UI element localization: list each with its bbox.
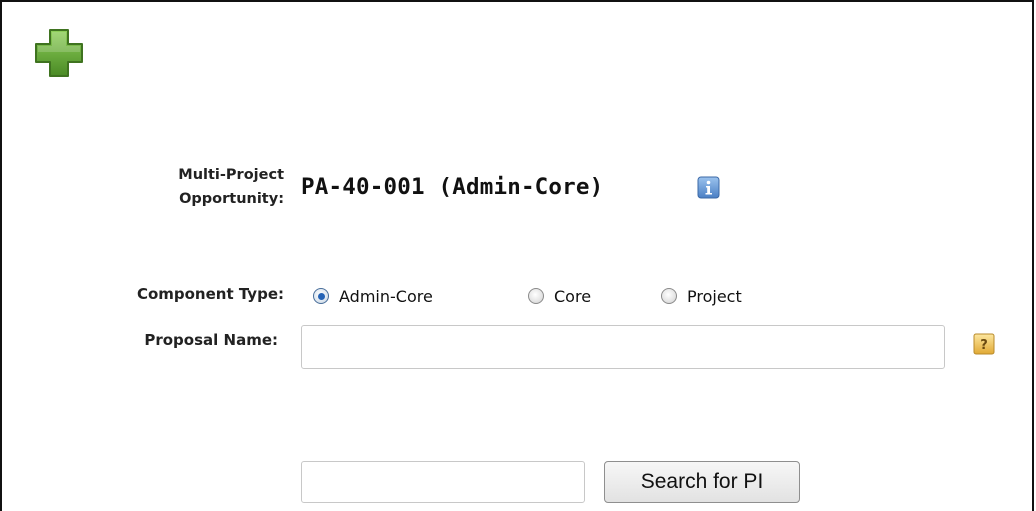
opportunity-label: Multi-Project Opportunity: [80, 163, 284, 211]
proposal-name-input[interactable] [301, 325, 945, 369]
proposal-name-label: Proposal Name: [144, 331, 278, 349]
info-icon[interactable] [697, 176, 720, 199]
plus-icon[interactable] [33, 27, 85, 79]
search-for-pi-button[interactable]: Search for PI [604, 461, 800, 503]
radio-option-core[interactable]: Core [528, 284, 591, 308]
component-type-label: Component Type: [136, 285, 284, 303]
pi-search-input[interactable] [301, 461, 585, 503]
opportunity-label-line2: Opportunity: [179, 191, 284, 207]
opportunity-value: PA-40-001 (Admin-Core) [301, 174, 604, 200]
radio-option-admin-core[interactable]: Admin-Core [313, 284, 433, 308]
radio-button-core[interactable] [528, 288, 544, 304]
radio-label-core[interactable]: Core [554, 287, 591, 306]
radio-label-admin-core[interactable]: Admin-Core [339, 287, 433, 306]
radio-option-project[interactable]: Project [661, 284, 742, 308]
opportunity-label-line1: Multi-Project [178, 167, 284, 183]
form-panel [0, 0, 1034, 511]
radio-button-project[interactable] [661, 288, 677, 304]
help-icon[interactable]: ? [973, 333, 995, 355]
radio-label-project[interactable]: Project [687, 287, 742, 306]
radio-button-admin-core[interactable] [313, 288, 329, 304]
svg-text:?: ? [980, 338, 988, 353]
